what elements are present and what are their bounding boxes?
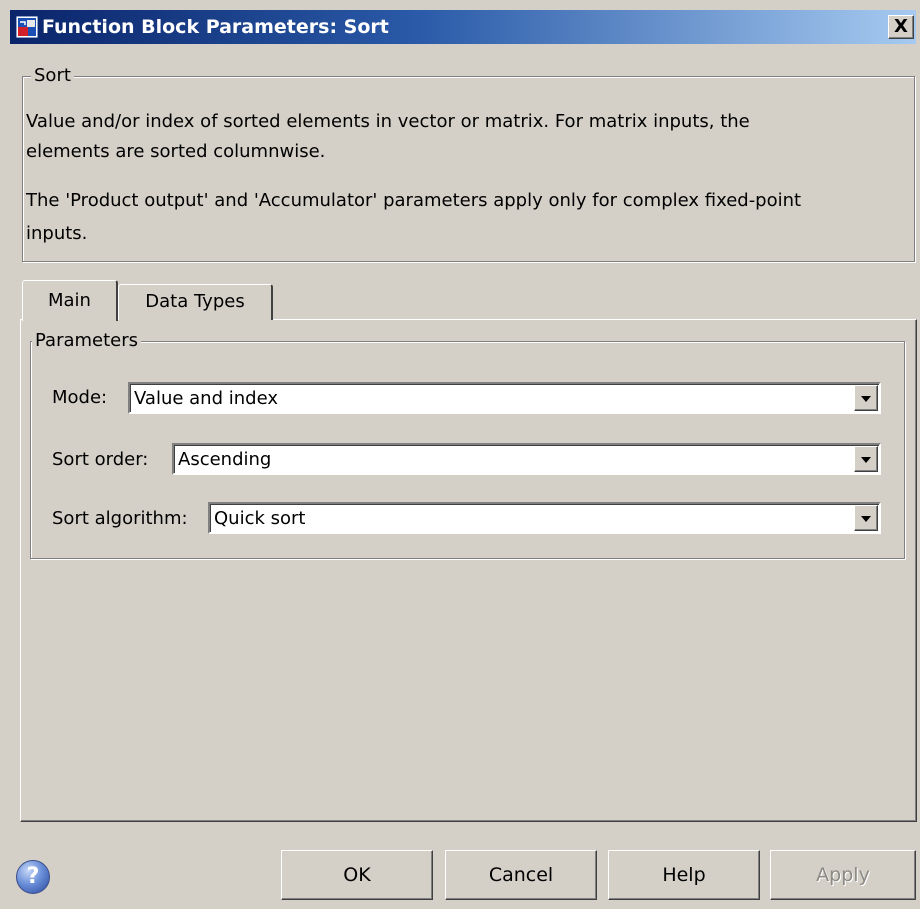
description-text-line-1: Value and/or index of sorted elements in… <box>26 111 750 132</box>
cancel-button[interactable]: Cancel <box>445 850 597 900</box>
description-text-line-3: The 'Product output' and 'Accumulator' p… <box>26 190 802 211</box>
mode-value: Value and index <box>134 388 278 409</box>
question-mark-icon: ? <box>26 864 40 889</box>
title-bar[interactable]: Function Block Parameters: Sort X <box>10 10 916 44</box>
parameters-group-legend: Parameters <box>32 330 142 352</box>
sort-order-dropdown[interactable]: Ascending <box>172 443 881 475</box>
dialog-window: Function Block Parameters: Sort X Sort V… <box>0 0 920 909</box>
help-button[interactable]: Help <box>608 850 760 900</box>
apply-button-label: Apply <box>816 864 870 886</box>
sort-algorithm-dropdown[interactable]: Quick sort <box>208 502 881 534</box>
chevron-down-icon[interactable] <box>854 505 878 531</box>
close-icon: X <box>894 16 908 37</box>
description-text-line-4: inputs. <box>26 223 88 244</box>
mode-label: Mode: <box>52 387 108 408</box>
sort-algorithm-value: Quick sort <box>214 508 306 529</box>
sort-order-value: Ascending <box>178 449 272 470</box>
cancel-button-label: Cancel <box>488 864 554 886</box>
help-button-label: Help <box>662 864 706 886</box>
window-title: Function Block Parameters: Sort <box>42 16 389 38</box>
apply-button[interactable]: Apply <box>770 850 916 900</box>
chevron-down-icon[interactable] <box>854 446 878 472</box>
ok-button[interactable]: OK <box>281 850 433 900</box>
close-button[interactable]: X <box>888 15 914 39</box>
description-text-line-2: elements are sorted columnwise. <box>26 141 326 162</box>
tab-main[interactable]: Main <box>22 280 118 321</box>
sort-order-label: Sort order: <box>52 449 149 470</box>
tab-main-label: Main <box>48 290 91 311</box>
tab-data-types-label: Data Types <box>145 291 245 312</box>
help-icon[interactable]: ? <box>16 860 50 894</box>
chevron-down-icon[interactable] <box>854 385 878 411</box>
tab-data-types[interactable]: Data Types <box>118 284 273 320</box>
sort-algorithm-label: Sort algorithm: <box>52 508 188 529</box>
ok-button-label: OK <box>343 864 371 886</box>
description-group-legend: Sort <box>31 65 74 87</box>
description-group: Sort <box>22 65 915 262</box>
simulink-block-icon <box>16 16 38 38</box>
mode-dropdown[interactable]: Value and index <box>128 382 881 414</box>
